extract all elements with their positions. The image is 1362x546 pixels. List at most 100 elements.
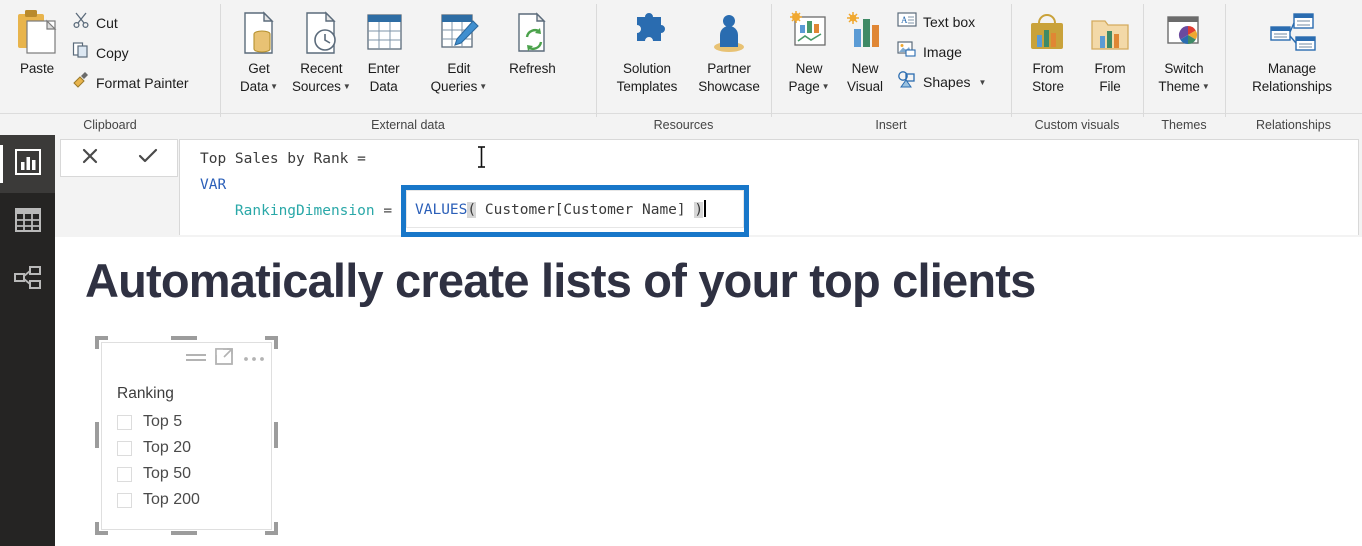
recent-sources-icon xyxy=(300,6,342,60)
resize-handle-bottom-center[interactable] xyxy=(171,531,197,535)
from-store-icon xyxy=(1025,6,1071,60)
checkbox-icon[interactable] xyxy=(117,440,132,456)
from-store-line2: Store xyxy=(1032,79,1064,94)
slicer-option-label: Top 200 xyxy=(143,491,200,508)
shapes-button[interactable]: Shapes ▼ xyxy=(893,68,992,96)
get-data-line1: Get xyxy=(248,61,270,76)
chevron-down-icon[interactable]: ▼ xyxy=(479,78,487,96)
sidebar-item-model-view[interactable] xyxy=(0,251,55,309)
dax-formula-editor[interactable]: Top Sales by Rank = VAR RankingDimension… xyxy=(179,139,1359,235)
report-canvas[interactable]: Automatically create lists of your top c… xyxy=(55,237,1362,546)
switch-theme-button[interactable]: Switch Theme ▼ xyxy=(1147,2,1221,96)
ribbon-group-clipboard: Paste Cut Copy Format Painter Clipboard xyxy=(0,0,220,135)
switch-theme-line1: Switch xyxy=(1164,61,1204,76)
sidebar-item-data-view[interactable] xyxy=(0,193,55,251)
measure-name-text: Top Sales by Rank = xyxy=(200,151,366,167)
chevron-down-icon[interactable]: ▼ xyxy=(343,78,351,96)
resize-handle-top-left[interactable] xyxy=(95,336,108,349)
cancel-formula-button[interactable] xyxy=(68,141,112,175)
text-insertion-caret xyxy=(704,200,707,217)
new-visual-button[interactable]: New Visual xyxy=(837,2,893,96)
checkmark-icon xyxy=(138,147,158,170)
slicer-option-label: Top 20 xyxy=(143,439,192,456)
get-data-button[interactable]: Get Data ▼ xyxy=(232,2,286,96)
image-button[interactable]: Image xyxy=(893,38,992,66)
dax-variable-name: RankingDimension xyxy=(234,203,375,219)
checkbox-icon[interactable] xyxy=(117,466,132,482)
slicer-option-top20[interactable]: Top 20 xyxy=(117,439,191,457)
refresh-label: Refresh xyxy=(509,61,556,76)
resize-handle-bottom-left[interactable] xyxy=(95,522,108,535)
group-label-resources: Resources xyxy=(596,113,771,135)
format-painter-button[interactable]: Format Painter xyxy=(68,68,195,97)
from-file-button[interactable]: From File xyxy=(1079,2,1141,96)
ribbon-toolbar: Paste Cut Copy Format Painter Clipboard … xyxy=(0,0,1362,135)
resize-handle-middle-right[interactable] xyxy=(274,422,278,448)
more-options-icon[interactable] xyxy=(242,350,266,368)
new-visual-line1: New xyxy=(851,61,879,76)
bar-chart-icon xyxy=(14,148,41,180)
slicer-visual-container[interactable]: Ranking Top 5 Top 20 Top 50 Top 200 xyxy=(95,336,278,535)
dax-expression-fragment[interactable]: VALUES( Customer[Customer Name] ) xyxy=(406,190,744,228)
cut-button[interactable]: Cut xyxy=(68,8,195,37)
new-page-button[interactable]: New Page ▼ xyxy=(781,2,837,96)
copy-button[interactable]: Copy xyxy=(68,38,195,67)
chevron-down-icon[interactable]: ▼ xyxy=(270,78,278,96)
solution-templates-line2: Templates xyxy=(616,79,678,94)
enter-data-button[interactable]: Enter Data xyxy=(357,2,411,96)
switch-theme-line2: Theme xyxy=(1158,79,1200,94)
text-box-button[interactable]: A Text box xyxy=(893,8,992,36)
slicer-option-top200[interactable]: Top 200 xyxy=(117,491,200,509)
chevron-down-icon[interactable]: ▼ xyxy=(1202,78,1210,96)
paste-icon xyxy=(14,6,60,60)
dax-keyword-var: VAR xyxy=(200,177,227,193)
ribbon-group-themes: Switch Theme ▼ Themes xyxy=(1143,0,1225,135)
slicer-option-top50[interactable]: Top 50 xyxy=(117,465,191,483)
resize-handle-middle-left[interactable] xyxy=(95,422,99,448)
partner-showcase-icon xyxy=(705,6,753,60)
slicer-option-top5[interactable]: Top 5 xyxy=(117,413,182,431)
get-data-icon xyxy=(238,6,280,60)
edit-queries-line2: Queries xyxy=(430,79,478,94)
resize-handle-bottom-right[interactable] xyxy=(265,522,278,535)
sidebar-item-report-view[interactable] xyxy=(0,135,55,193)
solution-templates-line1: Solution xyxy=(622,61,671,76)
filter-lines-icon[interactable] xyxy=(185,350,207,368)
from-store-line1: From xyxy=(1032,61,1064,76)
chevron-down-icon[interactable]: ▼ xyxy=(978,78,986,87)
enter-data-icon xyxy=(363,6,405,60)
cut-label: Cut xyxy=(96,14,118,31)
manage-relationships-button[interactable]: Manage Relationships xyxy=(1227,2,1357,96)
focus-mode-icon[interactable] xyxy=(215,347,234,371)
switch-theme-icon xyxy=(1160,6,1208,60)
slicer-header-icons xyxy=(185,347,266,371)
from-file-line1: From xyxy=(1094,61,1126,76)
shapes-icon xyxy=(897,71,917,93)
edit-queries-line1: Edit xyxy=(447,61,471,76)
enter-data-line1: Enter xyxy=(367,61,400,76)
copy-label: Copy xyxy=(96,44,129,61)
group-label-relationships: Relationships xyxy=(1225,113,1362,135)
paste-button[interactable]: Paste xyxy=(6,2,68,78)
refresh-icon xyxy=(511,6,553,60)
ranking-slicer[interactable]: Ranking Top 5 Top 20 Top 50 Top 200 xyxy=(101,342,272,530)
checkbox-icon[interactable] xyxy=(117,492,132,508)
recent-sources-button[interactable]: Recent Sources ▼ xyxy=(286,2,357,96)
text-box-label: Text box xyxy=(923,14,976,30)
format-painter-icon xyxy=(72,71,90,94)
refresh-button[interactable]: Refresh xyxy=(503,2,562,78)
edit-queries-button[interactable]: Edit Queries ▼ xyxy=(425,2,493,96)
partner-showcase-button[interactable]: Partner Showcase xyxy=(688,2,770,96)
group-label-clipboard: Clipboard xyxy=(0,113,220,135)
commit-formula-button[interactable] xyxy=(126,141,170,175)
chevron-down-icon[interactable]: ▼ xyxy=(822,78,830,96)
dax-assign-operator: = xyxy=(383,203,393,219)
from-store-button[interactable]: From Store xyxy=(1017,2,1079,96)
dax-argument-column: Customer[Customer Name] xyxy=(476,202,695,218)
solution-templates-button[interactable]: Solution Templates xyxy=(606,2,688,96)
resize-handle-top-center[interactable] xyxy=(171,336,197,340)
dax-function-values: VALUES xyxy=(415,202,468,218)
checkbox-icon[interactable] xyxy=(117,414,132,430)
shapes-label: Shapes xyxy=(923,74,971,90)
resize-handle-top-right[interactable] xyxy=(265,336,278,349)
